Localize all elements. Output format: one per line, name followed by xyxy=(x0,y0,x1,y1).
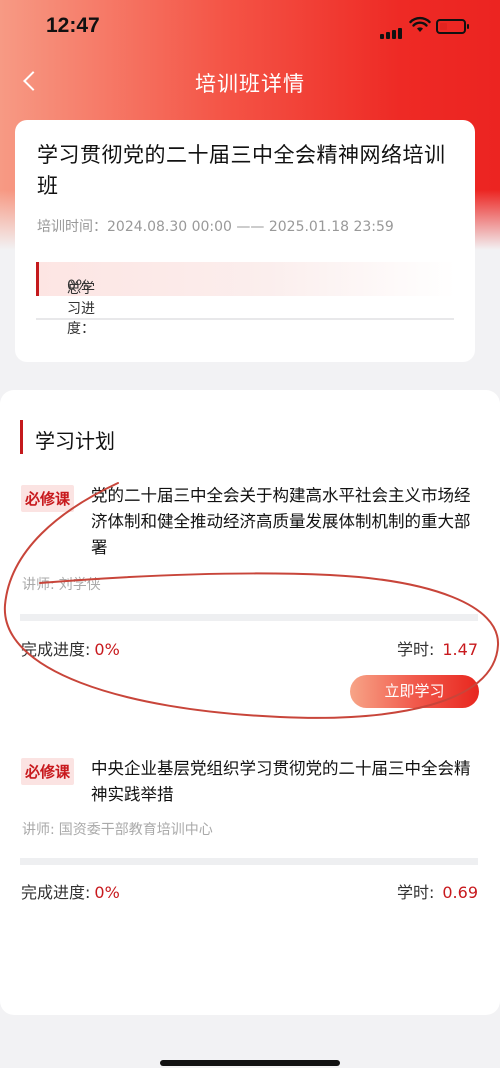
section-marker xyxy=(20,420,23,454)
required-tag: 必修课 xyxy=(21,485,75,512)
lesson-completion: 完成进度: 0% xyxy=(21,883,120,902)
lesson-divider xyxy=(20,614,478,621)
completion-value: 0% xyxy=(94,640,120,659)
hours-value: 1.47 xyxy=(442,640,478,659)
course-info-card: 学习贯彻党的二十届三中全会精神网络培训班 培训时间：2024.08.30 00:… xyxy=(15,120,475,362)
lesson-hours: 学时: 1.47 xyxy=(396,640,478,659)
period-label: 培训时间： xyxy=(37,219,107,235)
lesson-teacher: 讲师: 国资委干部教育培训中心 xyxy=(22,822,213,838)
home-indicator xyxy=(160,1060,340,1066)
training-period: 培训时间：2024.08.30 00:00 —— 2025.01.18 23:5… xyxy=(37,216,394,236)
section-title: 学习计划 xyxy=(35,429,115,453)
lesson-divider xyxy=(20,858,478,865)
status-bar: 12:47 xyxy=(0,0,500,56)
hours-value: 0.69 xyxy=(442,883,478,902)
lesson-completion: 完成进度: 0% xyxy=(21,640,120,659)
lesson-title[interactable]: 中央企业基层党组织学习贯彻党的二十届三中全会精神实践举措 xyxy=(91,756,471,808)
lesson-title[interactable]: 党的二十届三中全会关于构建高水平社会主义市场经济体制和健全推动经济高质量发展体制… xyxy=(91,483,471,561)
status-time: 12:47 xyxy=(46,14,100,37)
page-title: 培训班详情 xyxy=(195,72,305,96)
period-value: 2024.08.30 00:00 —— 2025.01.18 23:59 xyxy=(107,219,394,235)
required-tag: 必修课 xyxy=(21,758,75,785)
nav-bar: 培训班详情 xyxy=(0,60,500,104)
lesson-hours: 学时: 0.69 xyxy=(396,883,478,902)
divider xyxy=(36,318,454,320)
total-progress: 总学习进度： 0% xyxy=(36,262,456,337)
wifi-icon xyxy=(409,16,431,32)
total-progress-value: 0% xyxy=(67,278,90,294)
course-title: 学习贯彻党的二十届三中全会精神网络培训班 xyxy=(37,143,446,198)
battery-icon xyxy=(436,19,469,34)
study-plan-card: 学习计划 必修课 党的二十届三中全会关于构建高水平社会主义市场经济体制和健全推动… xyxy=(0,390,500,1015)
teacher-name: 刘学侠 xyxy=(58,577,101,593)
signal-icon xyxy=(380,20,404,39)
teacher-name: 国资委干部教育培训中心 xyxy=(58,822,213,838)
completion-value: 0% xyxy=(94,883,120,902)
lesson-teacher: 讲师: 刘学侠 xyxy=(22,577,101,593)
start-study-button[interactable]: 立即学习 xyxy=(350,675,479,708)
